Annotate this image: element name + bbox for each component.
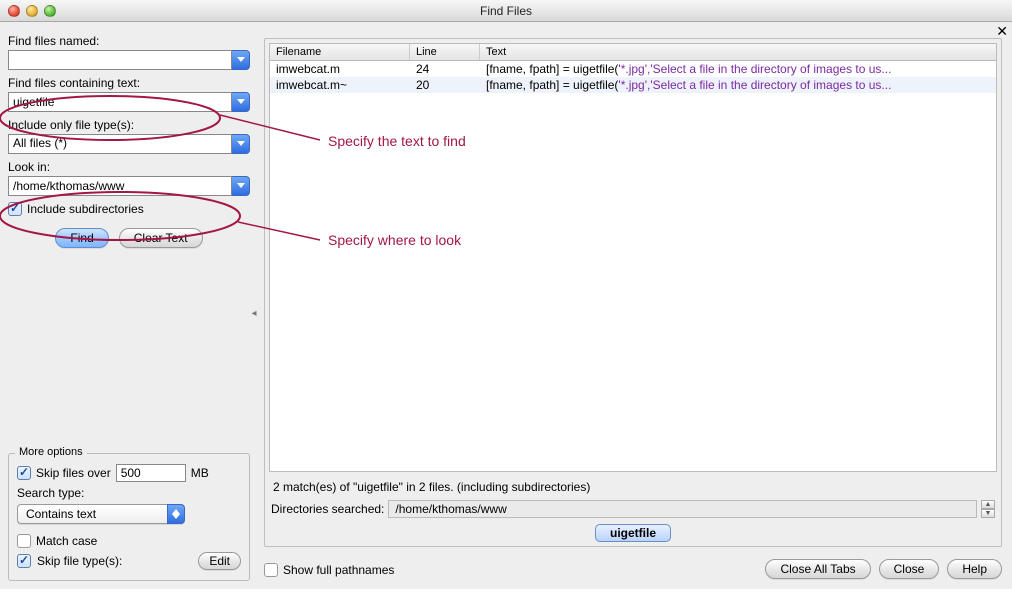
show-full-paths-checkbox[interactable] (264, 563, 278, 577)
close-button[interactable]: Close (879, 559, 940, 579)
col-filename[interactable]: Filename (270, 44, 410, 60)
cell-line: 24 (410, 61, 480, 77)
chevron-down-icon[interactable]: ▼ (981, 509, 995, 518)
splitter-handle[interactable]: ◂ (250, 312, 258, 342)
include-subdirs-label: Include subdirectories (27, 202, 144, 216)
find-containing-input[interactable] (8, 92, 232, 112)
minimize-window-icon[interactable] (26, 5, 38, 17)
find-files-window: Find Files Find files named: Find files … (0, 0, 1012, 589)
col-text[interactable]: Text (480, 44, 996, 60)
cell-filename: imwebcat.m~ (270, 77, 410, 93)
results-body: imwebcat.m24[fname, fpath] = uigetfile('… (270, 61, 996, 93)
directories-searched-label: Directories searched: (271, 502, 384, 516)
look-in-combo[interactable] (8, 176, 250, 196)
find-containing-combo[interactable] (8, 92, 250, 112)
more-options-legend: More options (15, 446, 87, 458)
find-containing-label: Find files containing text: (8, 76, 250, 90)
skip-types-label: Skip file type(s): (37, 554, 122, 568)
chevron-down-icon[interactable] (232, 134, 250, 154)
window-controls (0, 5, 56, 17)
chevron-down-icon[interactable] (232, 176, 250, 196)
directories-searched-value: /home/kthomas/www (388, 500, 977, 518)
find-named-input[interactable] (8, 50, 232, 70)
match-summary: 2 match(es) of "uigetfile" in 2 files. (… (269, 472, 997, 500)
look-in-input[interactable] (8, 176, 232, 196)
skip-types-checkbox[interactable] (17, 554, 31, 568)
skip-types-row: Skip file type(s): Edit (17, 552, 241, 570)
table-row[interactable]: imwebcat.m24[fname, fpath] = uigetfile('… (270, 61, 996, 77)
updown-icon[interactable] (167, 504, 185, 524)
close-all-tabs-button[interactable]: Close All Tabs (765, 559, 870, 579)
help-button[interactable]: Help (947, 559, 1002, 579)
search-type-select[interactable]: Contains text (17, 504, 185, 524)
skip-size-input[interactable] (116, 464, 186, 482)
search-criteria-pane: Find files named: Find files containing … (0, 22, 258, 589)
search-type-label: Search type: (17, 486, 241, 500)
chevron-down-icon[interactable] (232, 50, 250, 70)
cell-line: 20 (410, 77, 480, 93)
include-subdirs-checkbox[interactable] (8, 202, 22, 216)
file-type-label: Include only file type(s): (8, 118, 250, 132)
tab-uigetfile[interactable]: uigetfile (595, 524, 671, 542)
edit-skip-types-button[interactable]: Edit (198, 552, 241, 570)
show-full-paths-row[interactable]: Show full pathnames (264, 563, 394, 577)
skip-size-unit: MB (191, 466, 209, 480)
find-named-combo[interactable] (8, 50, 250, 70)
directories-searched-row: Directories searched: /home/kthomas/www … (269, 500, 997, 522)
titlebar: Find Files (0, 0, 1012, 22)
zoom-window-icon[interactable] (44, 5, 56, 17)
results-pane: ✕ Filename Line Text imwebcat.m24[fname,… (258, 22, 1012, 589)
look-in-label: Look in: (8, 160, 250, 174)
file-type-combo[interactable]: All files (*) (8, 134, 250, 154)
include-subdirs-row[interactable]: Include subdirectories (8, 202, 250, 216)
results-box: Filename Line Text imwebcat.m24[fname, f… (264, 38, 1002, 547)
find-named-label: Find files named: (8, 34, 250, 48)
search-type-value: Contains text (17, 504, 167, 524)
show-full-paths-label: Show full pathnames (283, 563, 394, 577)
chevron-up-icon[interactable]: ▲ (981, 500, 995, 509)
skip-size-checkbox[interactable] (17, 466, 31, 480)
find-button[interactable]: Find (55, 228, 108, 248)
clear-text-button[interactable]: Clear Text (119, 228, 203, 248)
skip-size-row: Skip files over MB (17, 464, 241, 482)
window-title: Find Files (0, 4, 1012, 18)
cell-text: [fname, fpath] = uigetfile('*.jpg','Sele… (480, 77, 996, 93)
col-line[interactable]: Line (410, 44, 480, 60)
match-case-row[interactable]: Match case (17, 534, 241, 548)
match-case-checkbox[interactable] (17, 534, 31, 548)
cell-filename: imwebcat.m (270, 61, 410, 77)
match-case-label: Match case (36, 534, 97, 548)
chevron-down-icon[interactable] (232, 92, 250, 112)
bottom-bar: Show full pathnames Close All Tabs Close… (258, 551, 1012, 589)
result-tabs: uigetfile (269, 522, 997, 542)
results-table: Filename Line Text imwebcat.m24[fname, f… (269, 43, 997, 472)
cell-text: [fname, fpath] = uigetfile('*.jpg','Sele… (480, 61, 996, 77)
close-window-icon[interactable] (8, 5, 20, 17)
history-stepper[interactable]: ▲ ▼ (981, 500, 995, 518)
skip-size-label: Skip files over (36, 466, 111, 480)
table-row[interactable]: imwebcat.m~20[fname, fpath] = uigetfile(… (270, 77, 996, 93)
more-options-group: More options Skip files over MB Search t… (8, 453, 250, 581)
results-header: Filename Line Text (270, 44, 996, 61)
close-icon[interactable]: ✕ (996, 24, 1008, 38)
file-type-value: All files (*) (8, 134, 232, 154)
